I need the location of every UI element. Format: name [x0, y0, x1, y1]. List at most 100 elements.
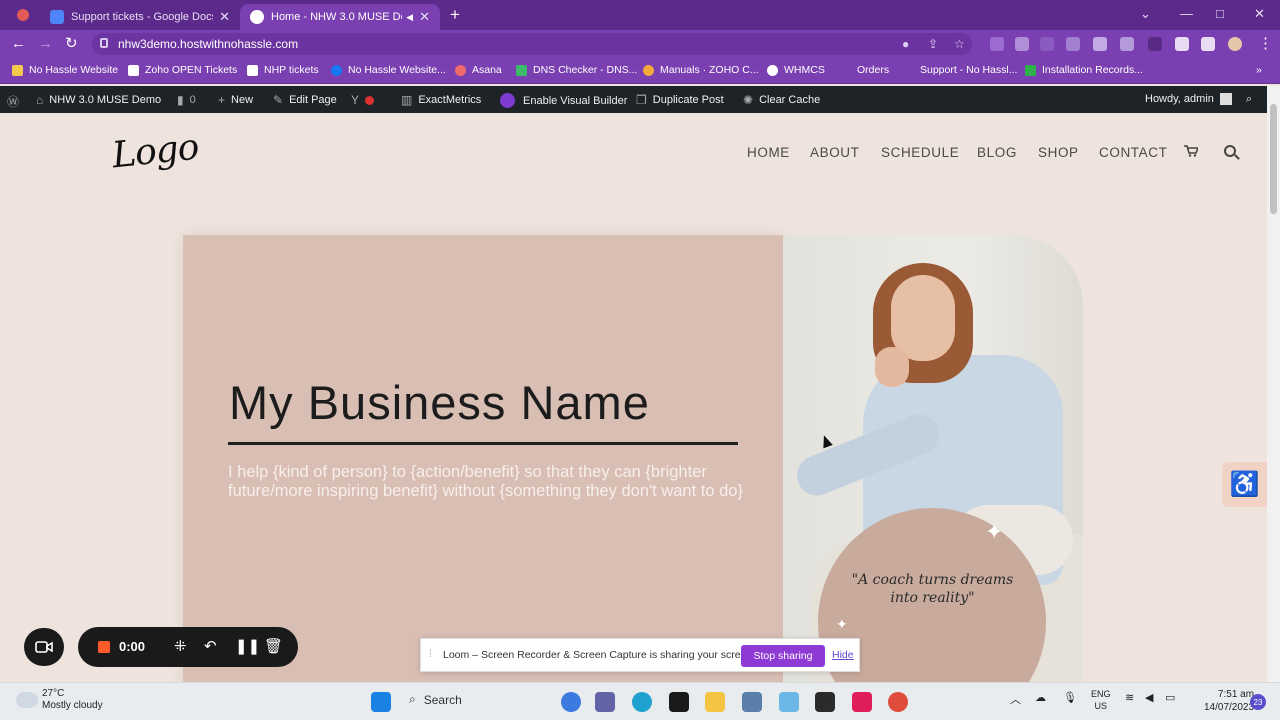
- undo-icon[interactable]: ↶: [204, 637, 217, 655]
- hero-panel: [183, 235, 783, 682]
- cart-icon[interactable]: [1184, 145, 1198, 157]
- bookmark-item[interactable]: Support - No Hassl...: [920, 64, 1017, 76]
- file-explorer-icon[interactable]: [705, 692, 725, 712]
- battery-icon[interactable]: ▭: [1165, 691, 1175, 704]
- pause-icon[interactable]: ❚❚: [235, 637, 260, 655]
- minimize-icon[interactable]: —: [1180, 6, 1193, 21]
- hide-notice-link[interactable]: Hide: [832, 649, 854, 661]
- bookmark-item[interactable]: No Hassle Website...: [331, 64, 446, 76]
- nav-shop[interactable]: SHOP: [1038, 145, 1079, 160]
- wordpress-logo-icon[interactable]: Ⓦ: [7, 93, 25, 110]
- bookmark-item[interactable]: WHMCS: [767, 64, 825, 76]
- close-tab-icon[interactable]: ✕: [413, 9, 430, 25]
- tray-overflow-icon[interactable]: ︿: [1010, 691, 1021, 707]
- site-name-link[interactable]: ⌂ NHW 3.0 MUSE Demo: [36, 93, 161, 107]
- extension-icon[interactable]: [1015, 37, 1029, 51]
- more-bookmarks-icon[interactable]: »: [1256, 64, 1262, 76]
- edge-icon[interactable]: [632, 692, 652, 712]
- microphone-icon[interactable]: 🎙: [1063, 691, 1077, 704]
- back-icon[interactable]: ←: [11, 35, 26, 53]
- extension-icon[interactable]: [1093, 37, 1107, 51]
- system-clock[interactable]: 7:51 am 14/07/2023: [1204, 688, 1254, 714]
- mute-icon[interactable]: ◀: [406, 12, 413, 23]
- clear-cache-link[interactable]: ✺ Clear Cache: [743, 93, 820, 107]
- stop-recording-button[interactable]: [98, 641, 110, 653]
- stop-sharing-button[interactable]: Stop sharing: [741, 645, 825, 667]
- page-scrollbar[interactable]: [1267, 86, 1280, 682]
- extension-icon[interactable]: [1040, 37, 1054, 51]
- trash-icon[interactable]: 🗑: [264, 637, 283, 655]
- extension-icon[interactable]: [1120, 37, 1134, 51]
- bookmark-label: Asana: [472, 64, 502, 76]
- bookmark-item[interactable]: Asana: [455, 64, 502, 76]
- duplicate-post-link[interactable]: ❐ Duplicate Post: [636, 93, 724, 107]
- netflix-icon[interactable]: [669, 692, 689, 712]
- forward-icon[interactable]: →: [38, 35, 53, 53]
- microphone-icon[interactable]: ●: [902, 37, 909, 51]
- nav-about[interactable]: ABOUT: [810, 145, 860, 160]
- notepad-icon[interactable]: [779, 692, 799, 712]
- nav-home[interactable]: HOME: [747, 145, 790, 160]
- taskbar-search[interactable]: ⌕ Search: [409, 692, 462, 707]
- bookmark-item[interactable]: Zoho OPEN Tickets: [128, 64, 237, 76]
- exactmetrics-link[interactable]: ▥ ExactMetrics: [401, 93, 481, 107]
- notification-badge[interactable]: 23: [1250, 694, 1266, 710]
- new-tab-button[interactable]: +: [450, 5, 460, 25]
- screen-sharing-notice: ⁞ Loom – Screen Recorder & Screen Captur…: [420, 638, 860, 672]
- close-tab-icon[interactable]: ✕: [213, 9, 230, 25]
- nav-schedule[interactable]: SCHEDULE: [881, 145, 959, 160]
- davinci-icon[interactable]: [815, 692, 835, 712]
- language-indicator[interactable]: ENG US: [1091, 688, 1111, 712]
- bing-icon[interactable]: [561, 692, 581, 712]
- weather-icon[interactable]: [16, 692, 38, 708]
- volume-icon[interactable]: ◀: [1145, 691, 1153, 704]
- bookmark-star-icon[interactable]: ☆: [954, 37, 965, 51]
- teams-chat-icon[interactable]: [595, 692, 615, 712]
- extensions-puzzle-icon[interactable]: [1175, 37, 1189, 51]
- windows-start-icon[interactable]: [371, 692, 391, 712]
- edit-page-link[interactable]: ✎ Edit Page: [273, 93, 337, 107]
- drag-handle-icon[interactable]: ⁞: [429, 649, 432, 660]
- bookmark-item[interactable]: Manuals · ZOHO C...: [643, 64, 759, 76]
- reload-icon[interactable]: ↻: [65, 35, 78, 53]
- calculator-icon[interactable]: [742, 692, 762, 712]
- onedrive-icon[interactable]: ☁: [1035, 691, 1046, 704]
- visual-builder-link[interactable]: Enable Visual Builder: [500, 93, 627, 108]
- extension-icon[interactable]: [1066, 37, 1080, 51]
- nav-blog[interactable]: BLOG: [977, 145, 1017, 160]
- side-panel-icon[interactable]: [1201, 37, 1215, 51]
- bookmark-item[interactable]: Orders: [857, 64, 889, 76]
- bookmark-item[interactable]: Installation Records...: [1025, 64, 1143, 76]
- maximize-icon[interactable]: □: [1216, 6, 1224, 21]
- new-content-link[interactable]: + New: [218, 93, 253, 107]
- close-window-icon[interactable]: ✕: [1254, 6, 1265, 22]
- tab-google-docs[interactable]: Support tickets - Google Docs ✕: [40, 4, 240, 30]
- tab-search-icon[interactable]: ⌄: [1140, 6, 1151, 22]
- omnibox[interactable]: nhw3demo.hostwithnohassle.com ● ⇪ ☆: [92, 33, 972, 55]
- search-icon[interactable]: ⌕: [1246, 93, 1252, 106]
- bookmark-item[interactable]: DNS Checker - DNS...: [516, 64, 637, 76]
- profile-dot-icon[interactable]: [17, 9, 29, 21]
- extension-icon[interactable]: [990, 37, 1004, 51]
- share-icon[interactable]: ⇪: [928, 37, 938, 51]
- wifi-icon[interactable]: ≋: [1125, 691, 1134, 704]
- profile-avatar-icon[interactable]: [1228, 37, 1242, 51]
- site-logo[interactable]: Logo: [110, 127, 200, 177]
- yoast-icon[interactable]: Y: [351, 93, 375, 107]
- slack-icon[interactable]: [852, 692, 872, 712]
- chrome-icon[interactable]: [888, 692, 908, 712]
- site-search-icon[interactable]: [1224, 145, 1236, 157]
- scrollbar-thumb[interactable]: [1270, 104, 1277, 214]
- bookmark-item[interactable]: NHP tickets: [247, 64, 319, 76]
- weather-widget[interactable]: 27°C Mostly cloudy: [42, 688, 103, 712]
- comments-link[interactable]: ▮ 0: [177, 93, 196, 107]
- bookmark-item[interactable]: No Hassle Website: [12, 64, 118, 76]
- account-menu[interactable]: Howdy, admin: [1145, 93, 1232, 105]
- loom-camera-button[interactable]: [24, 628, 64, 666]
- tab-home-nhw[interactable]: Home - NHW 3.0 MUSE Der ◀ ✕: [240, 4, 440, 30]
- accessibility-icon[interactable]: ♿: [1222, 462, 1267, 507]
- drawing-grid-icon[interactable]: ⁜: [174, 637, 187, 655]
- extension-icon[interactable]: [1148, 37, 1162, 51]
- menu-dots-icon[interactable]: ⋮: [1258, 35, 1273, 53]
- nav-contact[interactable]: CONTACT: [1099, 145, 1167, 160]
